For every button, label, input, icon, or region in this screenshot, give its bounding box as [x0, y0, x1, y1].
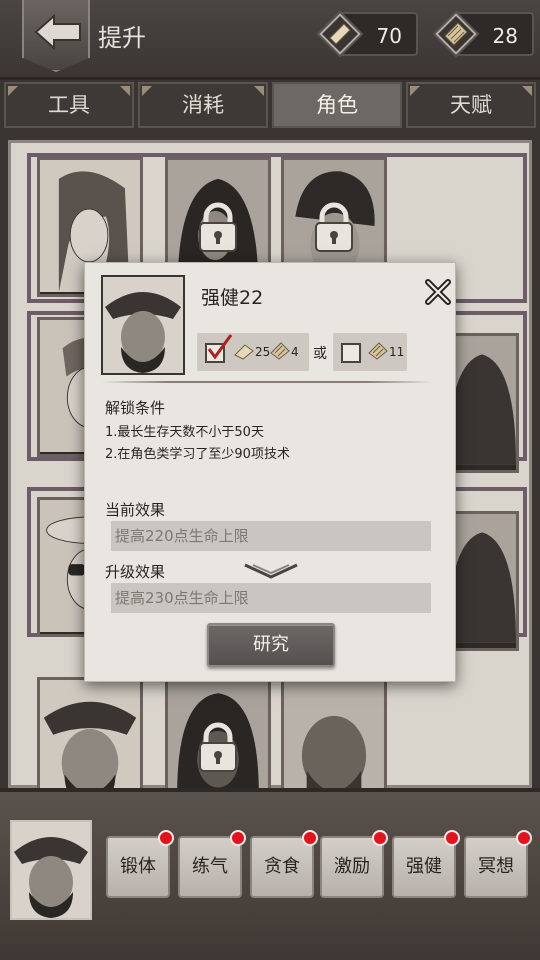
category-tabs: 工具 消耗 角色 天赋: [0, 80, 540, 130]
pirate-portrait: [12, 822, 90, 918]
back-arrow-icon: [34, 13, 81, 51]
resource-scroll-counter: 28: [432, 10, 534, 58]
lock-icon: [199, 722, 237, 772]
skill-detail-popup: 强健22 25 4 或 11 解锁条件 1.最长生存天数不小于50天 2.在角色…: [84, 262, 456, 682]
page-title: 提升: [98, 24, 146, 52]
alert-dot: [158, 830, 174, 846]
character-card-locked[interactable]: [445, 511, 519, 651]
tab-character[interactable]: 角色: [272, 82, 402, 128]
skill-button-forge-body[interactable]: 锻体: [106, 830, 174, 898]
unlock-condition: 1.最长生存天数不小于50天: [105, 425, 264, 440]
divider: [101, 381, 433, 383]
skill-label: 冥想: [478, 856, 514, 877]
cost-option-scroll[interactable]: 11: [333, 333, 407, 371]
chevron-down-icon: [244, 563, 298, 579]
or-label: 或: [313, 346, 327, 362]
scroll-bundle-icon: [432, 10, 480, 58]
skill-portrait: [101, 275, 185, 375]
skill-button-meditate[interactable]: 冥想: [464, 830, 532, 898]
skill-label: 锻体: [120, 856, 156, 877]
alert-dot: [372, 830, 388, 846]
skill-button-qi[interactable]: 练气: [178, 830, 246, 898]
tab-consumables-label: 消耗: [182, 93, 224, 117]
skill-label: 贪食: [264, 856, 300, 877]
cost-paper-value: 25: [255, 345, 271, 359]
checkmark-icon: [207, 334, 233, 360]
resource-scroll-value: 28: [492, 24, 518, 48]
skill-label: 强健: [406, 856, 442, 877]
resource-paper-value: 70: [376, 24, 402, 48]
lock-icon: [199, 202, 237, 252]
top-bar: 提升 70 28: [0, 0, 540, 80]
skill-button-glutton[interactable]: 贪食: [250, 830, 318, 898]
current-effect-title: 当前效果: [105, 501, 166, 519]
skill-button-robust[interactable]: 强健: [392, 830, 460, 898]
scroll-bundle-icon: [270, 342, 290, 360]
alert-dot: [516, 830, 532, 846]
tab-character-label: 角色: [316, 93, 358, 117]
tab-tools[interactable]: 工具: [4, 82, 134, 128]
back-button[interactable]: [22, 0, 90, 72]
skill-name: 强健22: [201, 287, 264, 309]
skill-label: 激励: [334, 856, 370, 877]
alert-dot: [302, 830, 318, 846]
unlock-conditions-title: 解锁条件: [105, 399, 166, 417]
bottom-skill-bar: 锻体 练气 贪食 激励 强健 冥想: [0, 788, 540, 960]
tab-talent-label: 天赋: [450, 93, 492, 117]
hooded-portrait: [448, 336, 516, 465]
scroll-bundle-icon: [368, 342, 388, 360]
paper-scrap-icon: [234, 344, 254, 360]
alert-dot: [230, 830, 246, 846]
tab-consumables[interactable]: 消耗: [138, 82, 268, 128]
close-icon[interactable]: [423, 277, 453, 307]
character-card-locked[interactable]: [445, 333, 519, 473]
lock-icon: [315, 202, 353, 252]
cost-option-paper-scroll[interactable]: 25 4: [197, 333, 309, 371]
skill-button-inspire[interactable]: 激励: [320, 830, 388, 898]
cost-option2-checkbox[interactable]: [341, 343, 361, 363]
unlock-condition: 2.在角色类学习了至少90项技术: [105, 447, 290, 462]
tab-talent[interactable]: 天赋: [406, 82, 536, 128]
skill-label: 练气: [192, 856, 228, 877]
hooded-portrait: [448, 514, 516, 643]
research-button[interactable]: 研究: [207, 623, 335, 667]
tab-tools-label: 工具: [48, 93, 90, 117]
cost-scroll-value: 11: [389, 345, 405, 359]
paper-scrap-icon: [316, 10, 364, 58]
alert-dot: [444, 830, 460, 846]
current-effect-value: 提高220点生命上限: [111, 521, 431, 551]
upgrade-effect-title: 升级效果: [105, 563, 166, 581]
pirate-portrait: [103, 277, 183, 373]
cost-scroll-value: 4: [291, 345, 299, 359]
resource-paper-counter: 70: [316, 10, 418, 58]
upgrade-effect-value: 提高230点生命上限: [111, 583, 431, 613]
current-character-portrait[interactable]: [10, 820, 92, 920]
